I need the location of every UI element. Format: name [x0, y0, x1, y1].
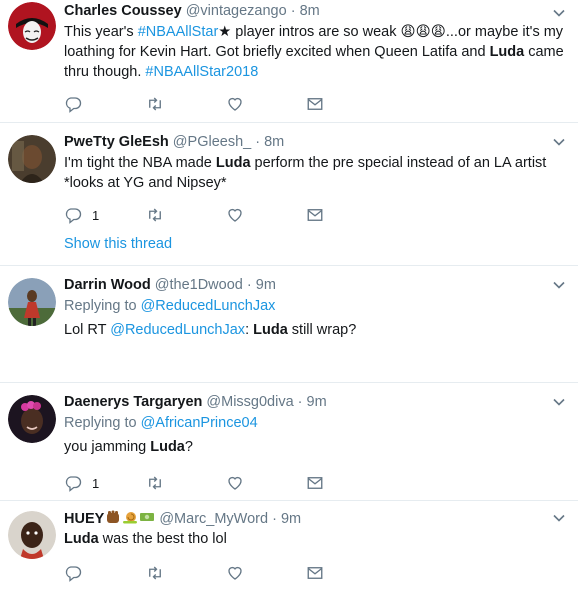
- display-name[interactable]: Daenerys Targaryen: [64, 394, 202, 410]
- tweet-header: Darrin Wood @the1Dwood · 9m: [64, 276, 564, 295]
- tweet[interactable]: Charles Coussey @vintagezango · 8m This …: [0, 0, 578, 123]
- separator: ·: [272, 511, 277, 527]
- retweet-icon: [149, 208, 161, 222]
- tweet-actions: [64, 94, 364, 114]
- separator: ·: [246, 277, 252, 293]
- envelope-icon: [307, 567, 323, 579]
- display-name[interactable]: Charles Coussey: [64, 3, 182, 19]
- reply-button[interactable]: 1: [64, 473, 99, 493]
- show-thread-link[interactable]: Show this thread: [64, 236, 172, 252]
- like-button[interactable]: [226, 94, 254, 114]
- hashtag-link[interactable]: #NBAAllStar2018: [145, 64, 258, 80]
- retweet-icon: [149, 476, 161, 490]
- timestamp[interactable]: 9m: [307, 394, 327, 410]
- heart-icon: [228, 97, 242, 111]
- tweet-text: I'm tight the NBA made Luda perform the …: [64, 155, 547, 191]
- avatar[interactable]: [8, 135, 56, 183]
- chevron-down-icon[interactable]: [552, 278, 566, 292]
- retweet-icon: [149, 97, 161, 111]
- avatar[interactable]: [8, 511, 56, 559]
- tweet-actions: 1: [64, 473, 364, 493]
- money-emoji-icon: [139, 509, 155, 531]
- reply-button[interactable]: [64, 94, 92, 114]
- separator: ·: [297, 394, 303, 410]
- mention-link[interactable]: @AfricanPrince04: [141, 415, 258, 431]
- reply-icon: [65, 566, 82, 582]
- avatar[interactable]: [8, 2, 56, 50]
- tweet-text: Luda was the best tho lol: [64, 531, 227, 547]
- tweet-header: PweTty GleEsh @PGleesh_ · 8m: [64, 133, 564, 152]
- retweet-button[interactable]: [146, 94, 174, 114]
- tweet-text: Lol RT @ReducedLunchJax: Luda still wrap…: [64, 322, 357, 338]
- separator: ·: [255, 134, 261, 150]
- mention-link[interactable]: @ReducedLunchJax: [141, 298, 276, 314]
- tweet-text: This year's #NBAAllStar★ player intros a…: [64, 24, 564, 80]
- heart-icon: [228, 476, 242, 490]
- reply-icon: [65, 208, 82, 224]
- separator: ·: [290, 3, 296, 19]
- reply-count: 1: [92, 475, 100, 491]
- tweet[interactable]: Daenerys Targaryen @Missg0diva · 9m Repl…: [0, 383, 578, 501]
- reply-icon: [65, 476, 82, 492]
- direct-message-button[interactable]: [306, 473, 324, 493]
- user-handle[interactable]: @the1Dwood: [155, 277, 243, 293]
- display-name[interactable]: HUEY: [64, 511, 104, 527]
- timestamp[interactable]: 8m: [264, 134, 284, 150]
- retweet-icon: [149, 566, 161, 580]
- like-button[interactable]: [226, 563, 254, 583]
- timestamp[interactable]: 9m: [256, 277, 276, 293]
- retweet-button[interactable]: [146, 473, 174, 493]
- retweet-button[interactable]: [146, 563, 174, 583]
- reply-count: 1: [92, 207, 100, 223]
- fist-emoji-icon: [105, 509, 121, 531]
- hashtag-link[interactable]: #NBAAllStar: [138, 24, 219, 40]
- tweet-header: Daenerys Targaryen @Missg0diva · 9m: [64, 393, 564, 412]
- direct-message-button[interactable]: [306, 563, 324, 583]
- chevron-down-icon[interactable]: [552, 135, 566, 149]
- timestamp[interactable]: 8m: [300, 3, 320, 19]
- tweet-actions: 1: [64, 205, 364, 225]
- user-handle[interactable]: @Marc_MyWord: [159, 511, 268, 527]
- heart-icon: [228, 208, 242, 222]
- chevron-down-icon[interactable]: [552, 6, 566, 20]
- display-name[interactable]: Darrin Wood: [64, 277, 151, 293]
- tweet-header: HUEY @Marc_MyWord · 9m: [64, 509, 564, 528]
- tweet[interactable]: PweTty GleEsh @PGleesh_ · 8m I'm tight t…: [0, 123, 578, 266]
- snail-emoji-icon: [122, 509, 138, 531]
- reply-button[interactable]: 1: [64, 205, 99, 225]
- avatar[interactable]: [8, 395, 56, 443]
- tweet-header: Charles Coussey @vintagezango · 8m: [64, 2, 564, 21]
- replying-to: Replying to @ReducedLunchJax: [64, 298, 276, 314]
- tweet[interactable]: HUEY @Marc_MyWord · 9m Luda was the best…: [0, 501, 578, 598]
- direct-message-button[interactable]: [306, 94, 324, 114]
- chevron-down-icon[interactable]: [552, 511, 566, 525]
- tweet-text: you jamming Luda?: [64, 439, 193, 455]
- reply-icon: [65, 97, 82, 113]
- like-button[interactable]: [226, 473, 254, 493]
- tweet-feed: Charles Coussey @vintagezango · 8m This …: [0, 0, 578, 598]
- tweet[interactable]: Darrin Wood @the1Dwood · 9m Replying to …: [0, 266, 578, 383]
- envelope-icon: [307, 209, 323, 221]
- user-handle[interactable]: @vintagezango: [186, 3, 287, 19]
- envelope-icon: [307, 98, 323, 110]
- chevron-down-icon[interactable]: [552, 395, 566, 409]
- retweet-button[interactable]: [146, 205, 174, 225]
- direct-message-button[interactable]: [306, 205, 324, 225]
- avatar[interactable]: [8, 278, 56, 326]
- timestamp[interactable]: 9m: [281, 511, 301, 527]
- like-button[interactable]: [226, 205, 254, 225]
- user-handle[interactable]: @PGleesh_: [173, 134, 251, 150]
- reply-button[interactable]: [64, 563, 92, 583]
- tweet-actions: [64, 563, 364, 583]
- envelope-icon: [307, 477, 323, 489]
- user-handle[interactable]: @Missg0diva: [206, 394, 293, 410]
- replying-to: Replying to @AfricanPrince04: [64, 415, 258, 431]
- mention-link[interactable]: @ReducedLunchJax: [110, 322, 245, 338]
- display-name[interactable]: PweTty GleEsh: [64, 134, 169, 150]
- heart-icon: [228, 566, 242, 580]
